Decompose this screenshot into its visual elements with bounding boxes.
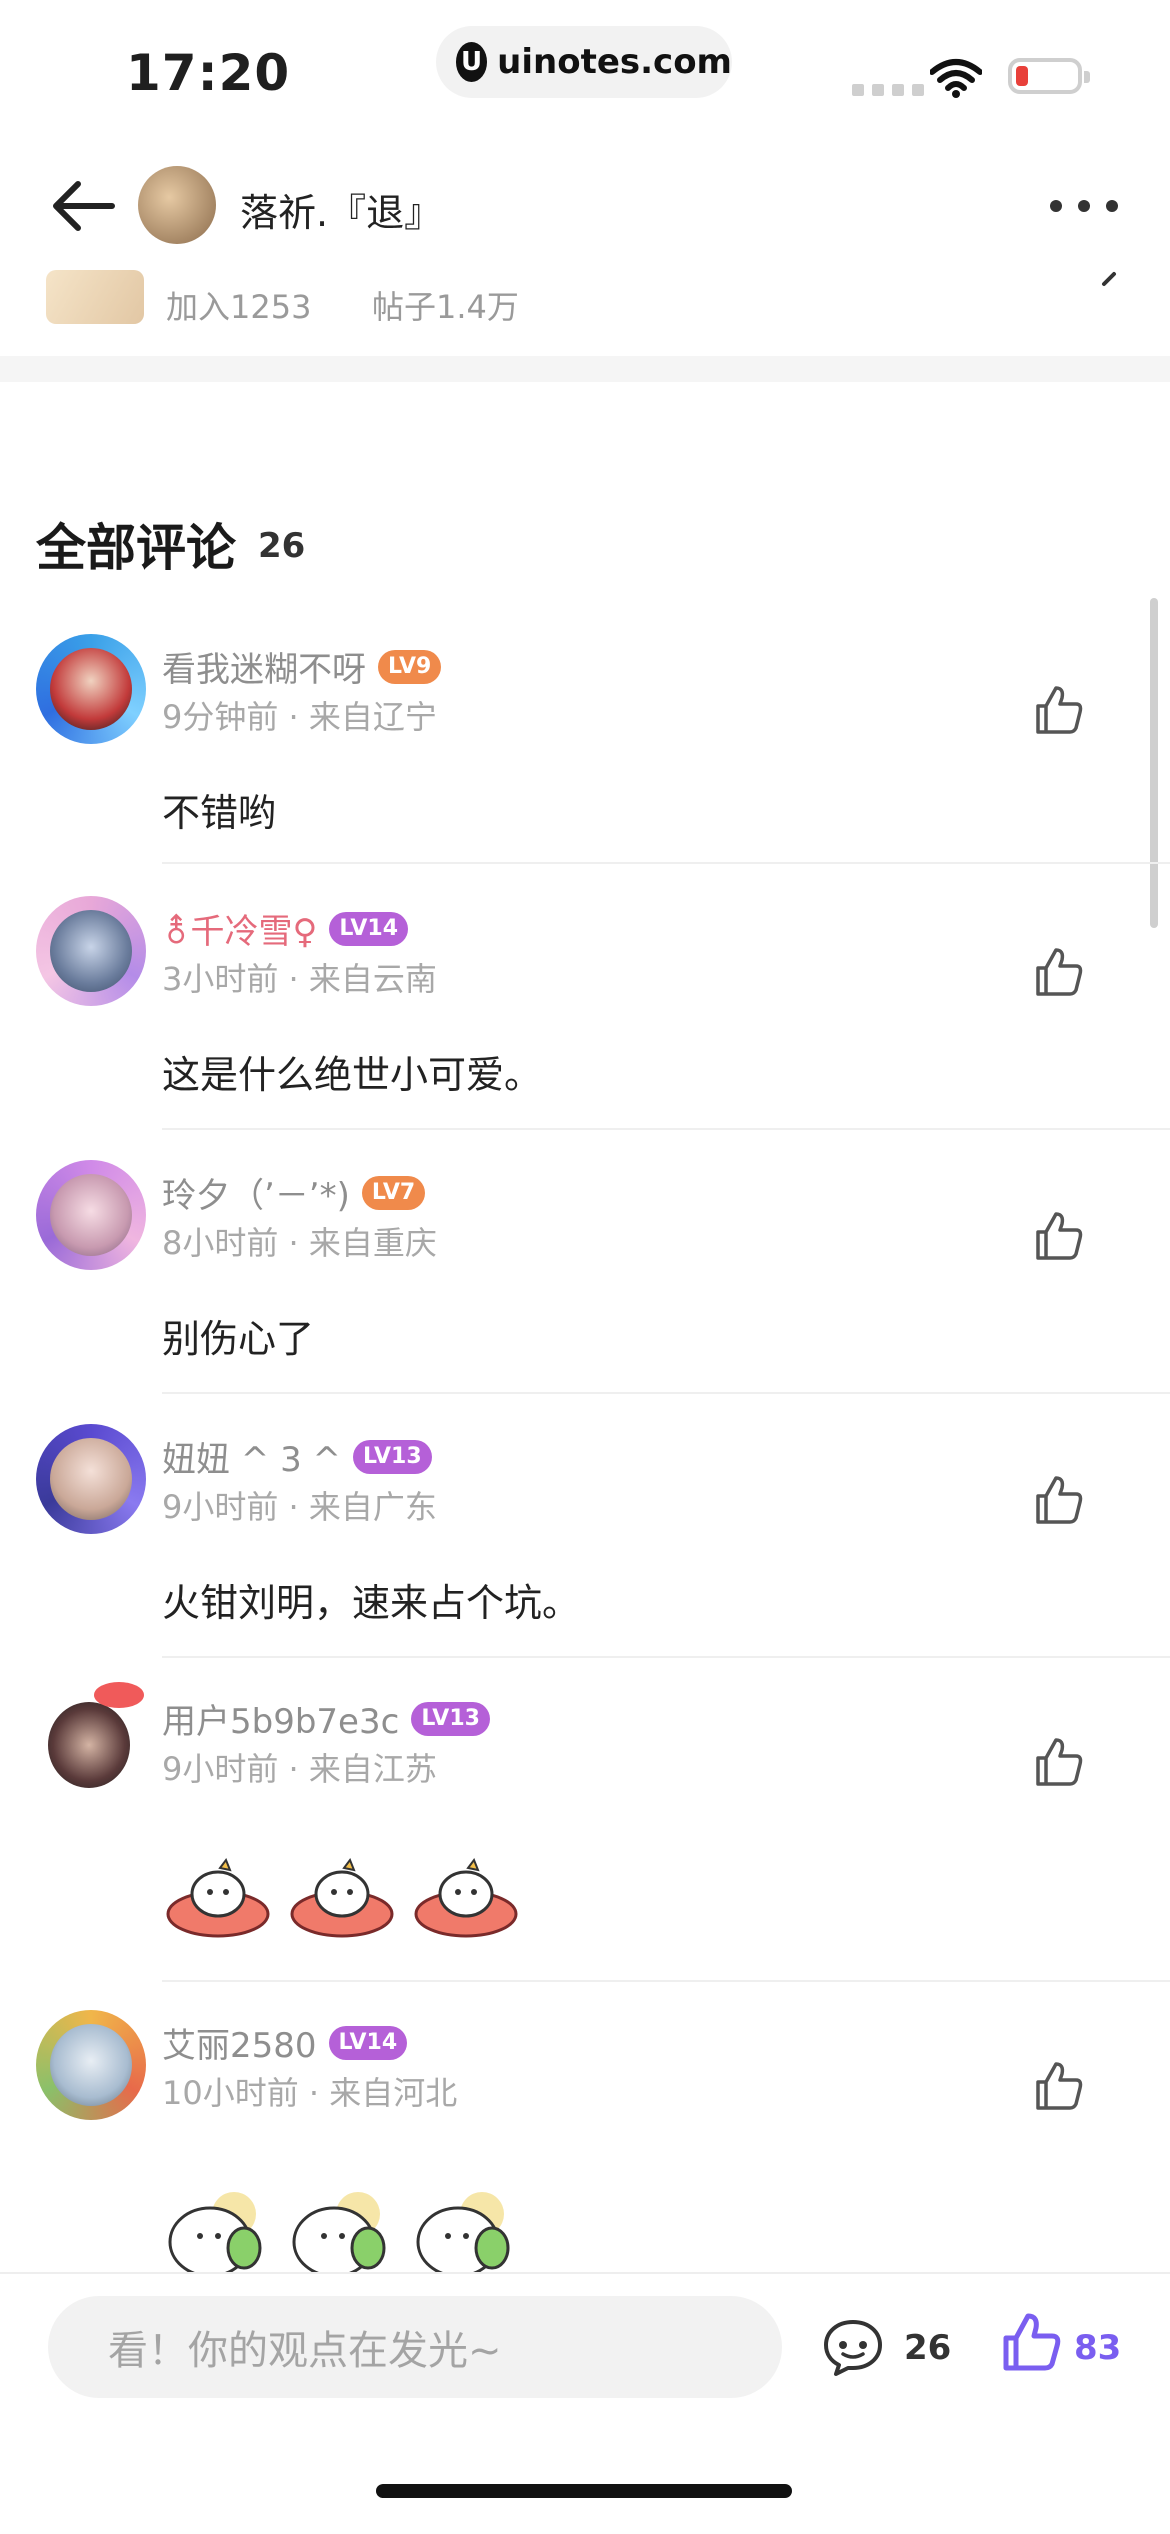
- comment-meta: 9分钟前 · 来自辽宁: [162, 698, 437, 736]
- sofa-chick-emoji-icon: [290, 1857, 394, 1938]
- back-arrow-icon[interactable]: [48, 176, 118, 236]
- wifi-icon: [930, 59, 982, 98]
- level-badge: LV7: [361, 1175, 426, 1210]
- comment-text: 火钳刘明，速来占个坑。: [162, 1581, 581, 1625]
- comment-divider: [162, 1392, 1170, 1394]
- comments-title: 全部评论: [36, 519, 236, 577]
- level-badge: LV13: [353, 1439, 432, 1474]
- home-indicator: [376, 2484, 792, 2498]
- comment-icon[interactable]: [822, 2318, 884, 2378]
- comment-divider: [162, 1980, 1170, 1982]
- forum-thumbnail[interactable]: [46, 270, 144, 324]
- uinotes-logo-icon: U: [456, 42, 488, 82]
- section-divider: [0, 356, 1170, 382]
- comment-meta: 3小时前 · 来自云南: [162, 960, 437, 998]
- comment-divider: [162, 1656, 1170, 1658]
- comment-item: 妞妞 ^ 3 ^ LV13 9小时前 · 来自广东 火钳刘明，速来占个坑。: [0, 1424, 1170, 1658]
- like-icon[interactable]: [1034, 1474, 1084, 1526]
- username[interactable]: 妞妞 ^ 3 ^: [162, 1432, 341, 1481]
- status-time: 17:20: [126, 44, 291, 102]
- comment-item: 艾丽2580 LV14 10小时前 · 来自河北: [0, 2010, 1170, 2272]
- forum-avatar[interactable]: [138, 166, 216, 244]
- like-icon[interactable]: [1000, 2310, 1062, 2374]
- comment-item: 用户5b9b7e3c LV13 9小时前 · 来自江苏: [0, 1682, 1170, 1986]
- username[interactable]: 看我迷糊不呀: [162, 642, 366, 691]
- comment-text: 不错哟: [162, 791, 277, 835]
- username[interactable]: 艾丽2580: [162, 2018, 317, 2067]
- level-badge: LV9: [378, 649, 442, 684]
- comment-meta: 10小时前 · 来自河北: [162, 2074, 458, 2112]
- user-avatar[interactable]: [36, 896, 146, 1006]
- url-text: uinotes.com: [497, 42, 732, 82]
- emoji-row: [164, 1852, 520, 1940]
- like-icon[interactable]: [1034, 1736, 1084, 1788]
- cellular-signal-icon: [852, 84, 924, 96]
- comment-count: 26: [904, 2328, 952, 2368]
- user-avatar[interactable]: [36, 1160, 146, 1270]
- user-avatar[interactable]: [36, 1424, 146, 1534]
- comment-item: 看我迷糊不呀 LV9 9分钟前 · 来自辽宁 不错哟: [0, 634, 1170, 864]
- comments-count: 26: [258, 526, 306, 566]
- battery-icon: [1008, 58, 1090, 94]
- forum-joined-count: 加入1253: [166, 288, 312, 326]
- comment-divider: [162, 862, 1170, 864]
- user-avatar[interactable]: [36, 1682, 146, 1796]
- chick-pear-emoji-icon: [168, 2192, 262, 2272]
- url-pill[interactable]: U uinotes.com: [436, 26, 732, 98]
- user-avatar[interactable]: [36, 2010, 146, 2120]
- page-title[interactable]: 落祈.『退』: [240, 182, 442, 237]
- like-icon[interactable]: [1034, 2060, 1084, 2112]
- like-icon[interactable]: [1034, 946, 1084, 998]
- like-icon[interactable]: [1034, 1210, 1084, 1262]
- like-icon[interactable]: [1034, 684, 1084, 736]
- sofa-chick-emoji-icon: [166, 1857, 270, 1938]
- comment-text: 这是什么绝世小可爱。: [162, 1053, 543, 1097]
- username[interactable]: 用户5b9b7e3c: [162, 1694, 399, 1743]
- username[interactable]: ⚨千冷雪♀: [162, 904, 317, 953]
- comment-meta: 9小时前 · 来自广东: [162, 1488, 437, 1526]
- chevron-right-icon[interactable]: [1098, 262, 1122, 292]
- chick-pear-emoji-icon: [416, 2192, 510, 2272]
- comment-input[interactable]: 看！你的观点在发光~: [48, 2296, 782, 2398]
- level-badge: LV14: [329, 911, 409, 946]
- username[interactable]: 玲夕（’－’*): [162, 1168, 350, 1217]
- sofa-chick-emoji-icon: [414, 1857, 518, 1938]
- chick-pear-emoji-icon: [292, 2192, 386, 2272]
- more-menu-icon[interactable]: [1050, 200, 1118, 212]
- level-badge: LV13: [411, 1701, 490, 1736]
- comment-text: 别伤心了: [162, 1317, 315, 1361]
- level-badge: LV14: [328, 2025, 408, 2060]
- comment-meta: 9小时前 · 来自江苏: [162, 1750, 437, 1788]
- like-count: 83: [1074, 2328, 1122, 2368]
- comment-meta: 8小时前 · 来自重庆: [162, 1224, 437, 1262]
- emoji-row: [164, 2186, 520, 2272]
- forum-post-count: 帖子1.4万: [372, 288, 519, 326]
- comment-divider: [162, 1128, 1170, 1130]
- comment-item: ⚨千冷雪♀ LV14 3小时前 · 来自云南 这是什么绝世小可爱。: [0, 896, 1170, 1130]
- user-avatar[interactable]: [36, 634, 146, 744]
- comment-item: 玲夕（’－’*) LV7 8小时前 · 来自重庆 别伤心了: [0, 1160, 1170, 1394]
